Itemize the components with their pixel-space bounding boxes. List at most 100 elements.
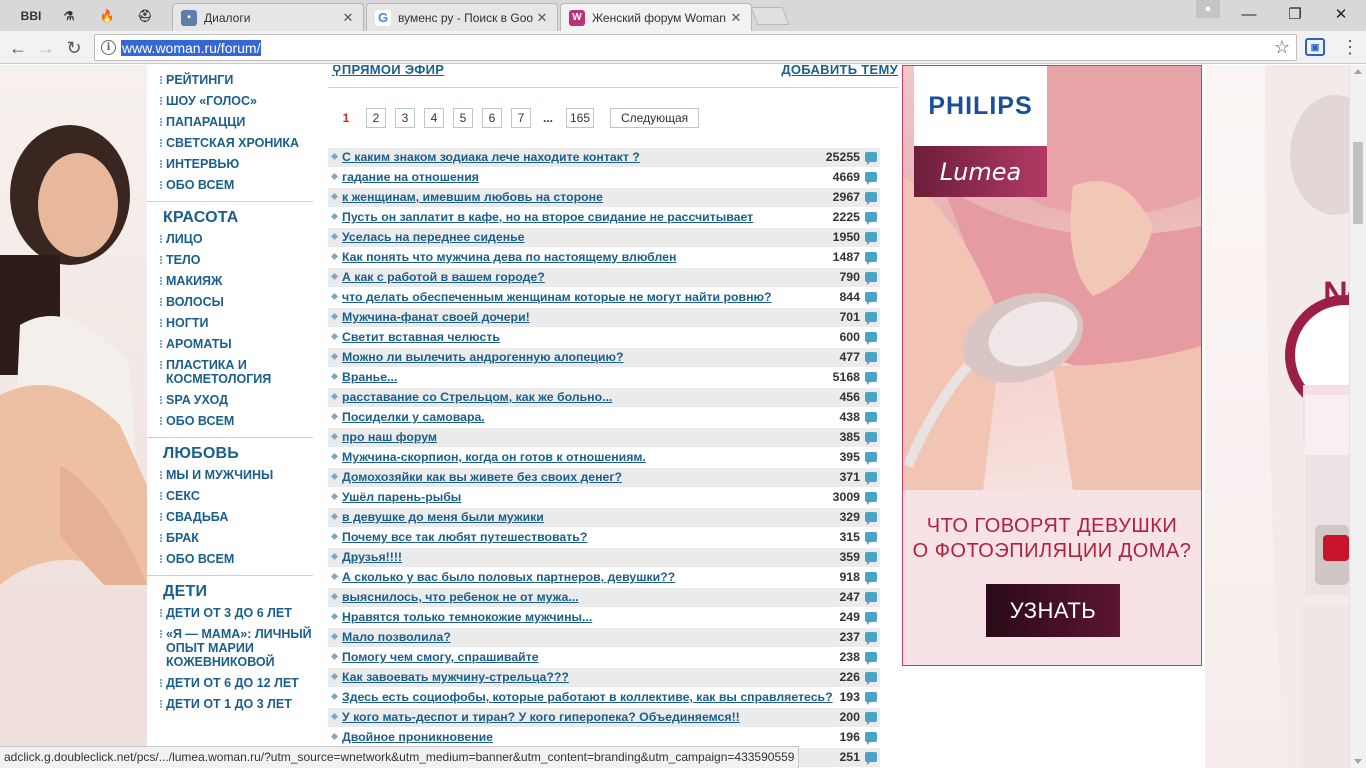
back-button[interactable]: ← bbox=[6, 36, 30, 60]
comment-icon[interactable] bbox=[865, 712, 877, 725]
comment-icon[interactable] bbox=[865, 392, 877, 405]
sidebar-item[interactable]: БРАК bbox=[147, 531, 313, 545]
comment-icon[interactable] bbox=[865, 492, 877, 505]
sidebar-item[interactable]: МЫ И МУЖЧИНЫ bbox=[147, 468, 313, 482]
ad-learn-more-button[interactable]: УЗНАТЬ bbox=[986, 584, 1120, 637]
branding-background-right[interactable]: № bbox=[1205, 65, 1349, 768]
topic-title-link[interactable]: Мало позволила? bbox=[342, 630, 451, 644]
sidebar-item[interactable]: ДЕТИ ОТ 6 ДО 12 ЛЕТ bbox=[147, 676, 313, 690]
sidebar-section-heading[interactable]: КРАСОТА bbox=[147, 209, 239, 227]
topic-title-link[interactable]: в девушке до меня были мужики bbox=[342, 510, 544, 524]
comment-icon[interactable] bbox=[865, 732, 877, 745]
tab-close-icon[interactable]: ✕ bbox=[341, 10, 355, 26]
comment-icon[interactable] bbox=[865, 612, 877, 625]
sidebar-item[interactable]: ПЛАСТИКА И КОСМЕТОЛОГИЯ bbox=[147, 358, 313, 386]
topic-title-link[interactable]: Нравятся только темнокожие мужчины... bbox=[342, 610, 592, 624]
page-link[interactable]: 2 bbox=[366, 108, 386, 128]
comment-icon[interactable] bbox=[865, 412, 877, 425]
tab-close-icon[interactable]: ✕ bbox=[729, 10, 743, 26]
sidebar-item[interactable]: НОГТИ bbox=[147, 316, 313, 330]
topic-title-link[interactable]: Ушёл парень-рыбы bbox=[342, 490, 461, 504]
comment-icon[interactable] bbox=[865, 152, 877, 165]
forward-button[interactable]: → bbox=[34, 36, 58, 60]
sidebar-item[interactable]: ОБО ВСЕМ bbox=[147, 414, 313, 428]
next-page-button[interactable]: Следующая bbox=[610, 108, 700, 128]
live-feed-link[interactable]: ⚲ПРЯМОЙ ЭФИР bbox=[332, 65, 444, 78]
scroll-thumb[interactable] bbox=[1353, 142, 1363, 224]
comment-icon[interactable] bbox=[865, 292, 877, 305]
close-window-button[interactable]: ✕ bbox=[1318, 0, 1364, 28]
comment-icon[interactable] bbox=[865, 752, 877, 765]
comment-icon[interactable] bbox=[865, 592, 877, 605]
comment-icon[interactable] bbox=[865, 212, 877, 225]
page-link-last[interactable]: 165 bbox=[566, 108, 595, 128]
sidebar-item[interactable]: СВЕТСКАЯ ХРОНИКА bbox=[147, 136, 313, 150]
topic-title-link[interactable]: Домохозяйки как вы живете без своих дене… bbox=[342, 470, 622, 484]
topic-title-link[interactable]: выяснилось, что ребенок не от мужа... bbox=[342, 590, 579, 604]
topic-title-link[interactable]: про наш форум bbox=[342, 430, 437, 444]
sidebar-section-heading[interactable]: ЛЮБОВЬ bbox=[147, 445, 239, 463]
comment-icon[interactable] bbox=[865, 632, 877, 645]
topic-title-link[interactable]: Мужчина-фанат своей дочери! bbox=[342, 310, 530, 324]
page-scrollbar[interactable] bbox=[1349, 65, 1366, 768]
sidebar-item[interactable]: ИНТЕРВЬЮ bbox=[147, 157, 313, 171]
topic-title-link[interactable]: Мужчина-скорпион, когда он готов к отнош… bbox=[342, 450, 646, 464]
restore-button[interactable]: ❐ bbox=[1272, 0, 1318, 28]
comment-icon[interactable] bbox=[865, 692, 877, 705]
sidebar-item[interactable]: АРОМАТЫ bbox=[147, 337, 313, 351]
address-bar[interactable]: i www.woman.ru/forum/ ☆ bbox=[94, 34, 1297, 61]
bookmark-star-icon[interactable]: ☆ bbox=[1274, 37, 1290, 58]
comment-icon[interactable] bbox=[865, 552, 877, 565]
page-link[interactable]: 7 bbox=[511, 108, 531, 128]
hat-pinned-tab[interactable]: ⛑ bbox=[128, 3, 162, 28]
topic-title-link[interactable]: Уселась на переднее сиденье bbox=[342, 230, 525, 244]
sidebar-section-heading[interactable]: ДЕТИ bbox=[147, 583, 207, 601]
sidebar-item[interactable]: ВОЛОСЫ bbox=[147, 295, 313, 309]
browser-tab[interactable]: Gвуменс ру - Поиск в Goo ✕ bbox=[366, 3, 558, 31]
sidebar-item[interactable]: ЛИЦО bbox=[147, 232, 313, 246]
minimize-button[interactable]: — bbox=[1226, 0, 1272, 28]
topic-title-link[interactable]: Как завоевать мужчину-стрельца??? bbox=[342, 670, 569, 684]
comment-icon[interactable] bbox=[865, 512, 877, 525]
topic-title-link[interactable]: Помогу чем смогу, спрашивайте bbox=[342, 650, 539, 664]
sidebar-item[interactable]: ДЕТИ ОТ 3 ДО 6 ЛЕТ bbox=[147, 606, 313, 620]
comment-icon[interactable] bbox=[865, 572, 877, 585]
add-topic-link[interactable]: ДОБАВИТЬ ТЕМУ bbox=[781, 65, 898, 77]
sidebar-item[interactable]: ОБО ВСЕМ bbox=[147, 552, 313, 566]
topic-title-link[interactable]: Посиделки у самовара. bbox=[342, 410, 485, 424]
ad-banner[interactable]: PHILIPS Lumea ЧТО ГОВОРЯТ ДЕВУШКИ О ФОТО… bbox=[902, 65, 1202, 666]
browser-tab[interactable]: ▪ Диалоги ✕ bbox=[172, 3, 364, 31]
scroll-up-arrow-icon[interactable] bbox=[1354, 69, 1362, 74]
topic-title-link[interactable]: А сколько у вас было половых партнеров, … bbox=[342, 570, 675, 584]
sidebar-item[interactable]: МАКИЯЖ bbox=[147, 274, 313, 288]
comment-icon[interactable] bbox=[865, 472, 877, 485]
branding-background-left[interactable] bbox=[0, 65, 147, 768]
page-link[interactable]: 6 bbox=[482, 108, 502, 128]
comment-icon[interactable] bbox=[865, 452, 877, 465]
comment-icon[interactable] bbox=[865, 532, 877, 545]
flask-pinned-tab[interactable]: ⚗ bbox=[52, 3, 86, 28]
comment-icon[interactable] bbox=[865, 192, 877, 205]
topic-title-link[interactable]: А как с работой в вашем городе? bbox=[342, 270, 545, 284]
sidebar-item[interactable]: ДЕТИ ОТ 1 ДО 3 ЛЕТ bbox=[147, 697, 313, 711]
page-link[interactable]: 5 bbox=[453, 108, 473, 128]
sidebar-item[interactable]: СВАДЬБА bbox=[147, 510, 313, 524]
topic-title-link[interactable]: Здесь есть социофобы, которые работают в… bbox=[342, 690, 833, 704]
menu-kebab-icon[interactable]: ⋮ bbox=[1340, 36, 1360, 58]
topic-title-link[interactable]: расставание со Стрельцом, как же больно.… bbox=[342, 390, 612, 404]
comment-icon[interactable] bbox=[865, 352, 877, 365]
sidebar-item[interactable]: ОБО ВСЕМ bbox=[147, 178, 313, 192]
fire-pinned-tab[interactable]: 🔥 bbox=[90, 3, 124, 28]
comment-icon[interactable] bbox=[865, 272, 877, 285]
topic-title-link[interactable]: Светит вставная челюсть bbox=[342, 330, 500, 344]
topic-title-link[interactable]: Вранье... bbox=[342, 370, 397, 384]
topic-title-link[interactable]: Двойное проникновение bbox=[342, 730, 493, 744]
topic-title-link[interactable]: Пусть он заплатит в кафе, но на второе с… bbox=[342, 210, 753, 224]
comment-icon[interactable] bbox=[865, 332, 877, 345]
comment-icon[interactable] bbox=[865, 432, 877, 445]
user-profile-icon[interactable]: ● bbox=[1196, 0, 1220, 18]
sidebar-item[interactable]: SPA УХОД bbox=[147, 393, 313, 407]
topic-title-link[interactable]: Почему все так любят путешествовать? bbox=[342, 530, 587, 544]
topic-title-link[interactable]: У кого мать-деспот и тиран? У кого гипер… bbox=[342, 710, 740, 724]
topic-title-link[interactable]: Друзья!!!! bbox=[342, 550, 402, 564]
